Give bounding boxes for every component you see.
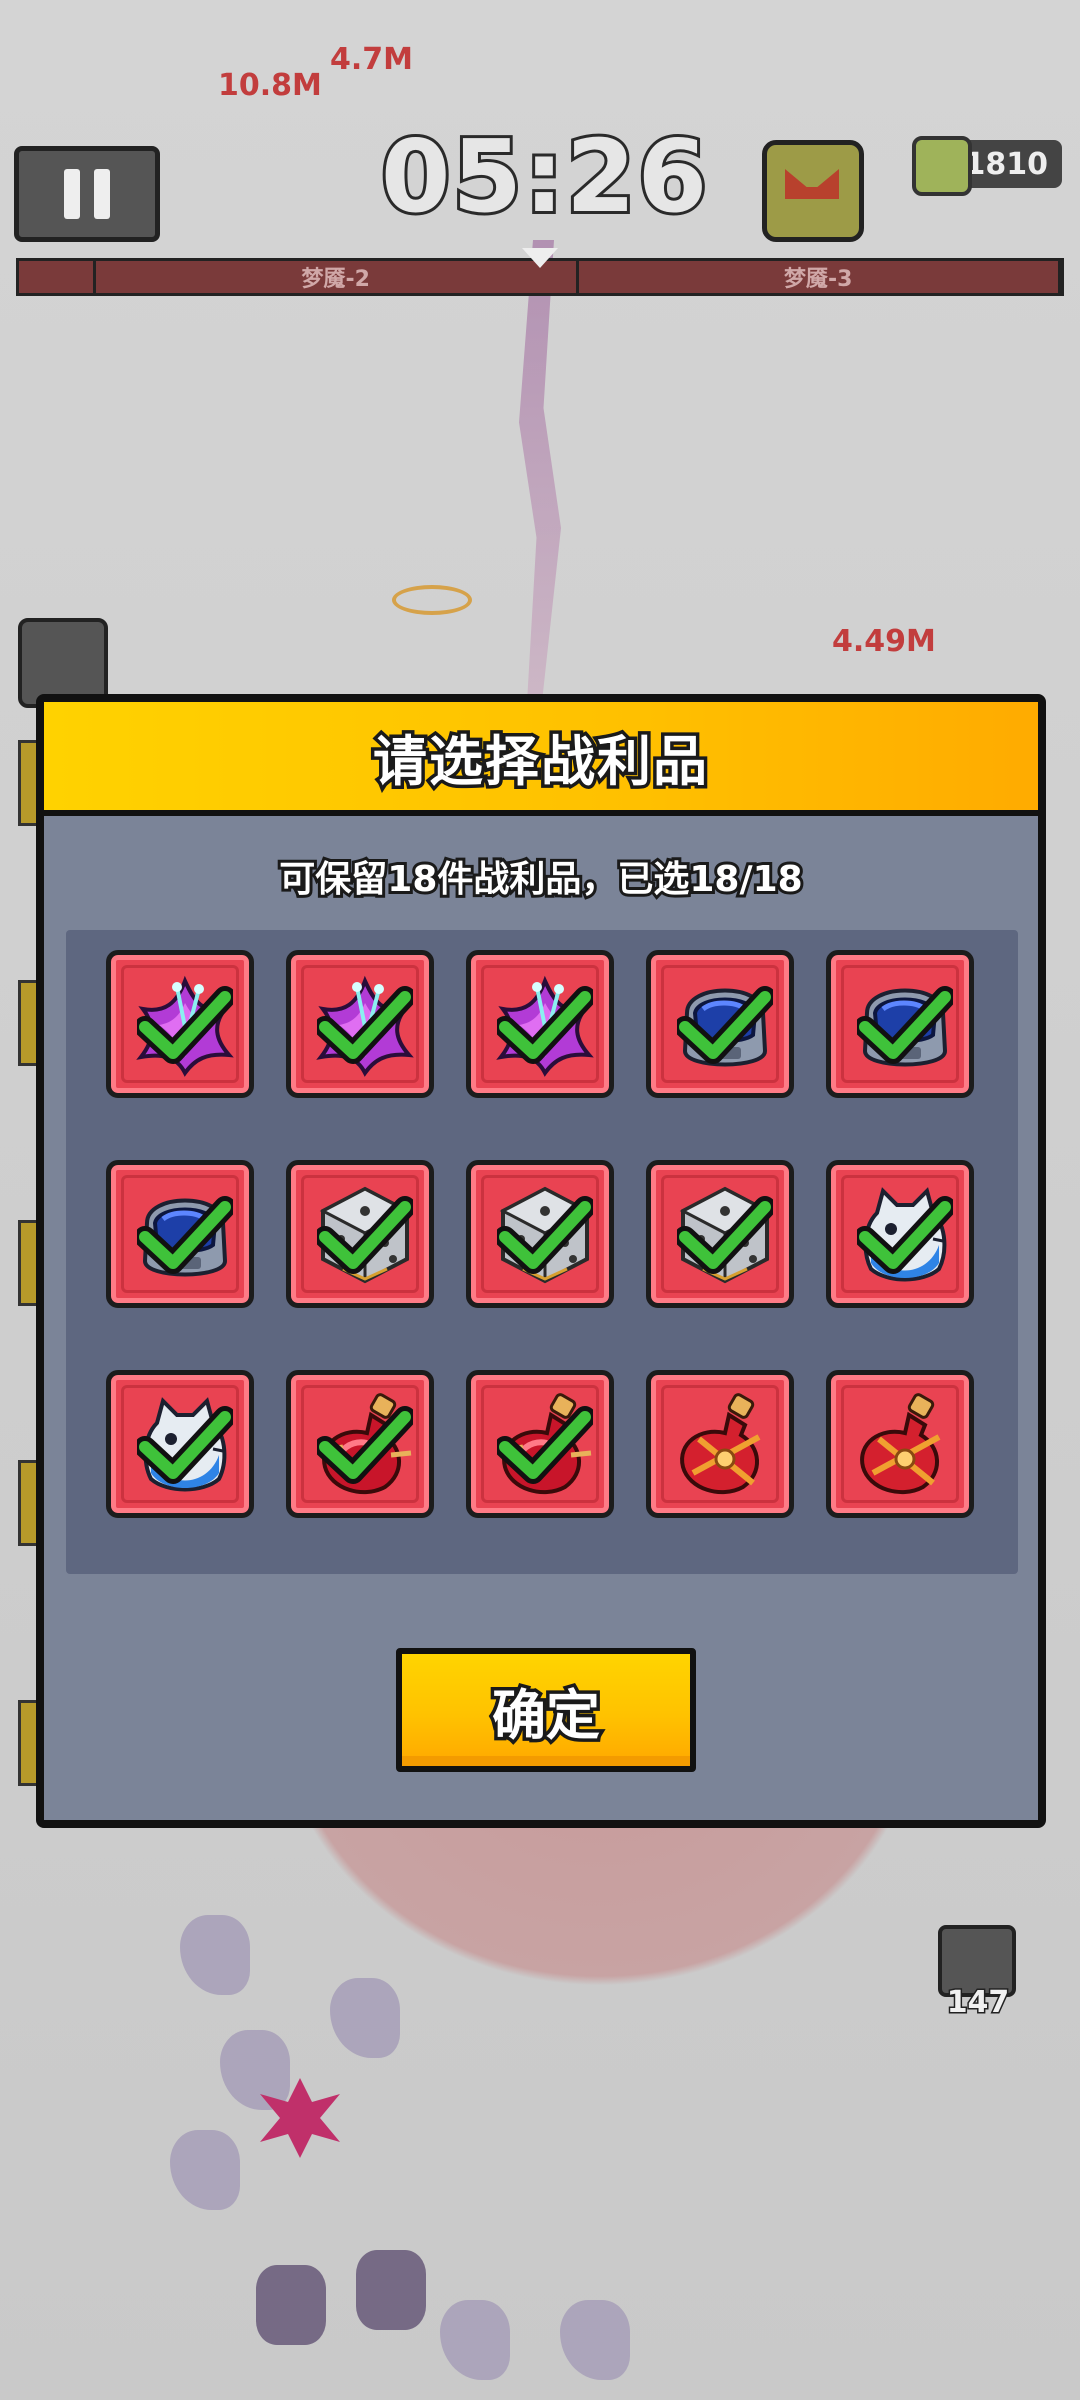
checkmark-icon (317, 1196, 413, 1274)
blue-helmet-icon (142, 1198, 228, 1277)
damage-number: 4.49M (832, 624, 936, 659)
dice-icon (319, 1186, 411, 1284)
purple-flower-icon (496, 975, 594, 1077)
checkmark-icon (317, 986, 413, 1064)
loot-slot[interactable] (286, 950, 434, 1098)
loot-slot[interactable] (286, 1370, 434, 1518)
dice-icon (679, 1186, 771, 1284)
loot-slot[interactable] (106, 1370, 254, 1518)
checkmark-icon (857, 986, 953, 1064)
enemy (256, 2265, 326, 2345)
boss-icon[interactable] (762, 140, 864, 242)
loot-selection-dialog: 请选择战利品 可保留18件战利品，已选18/18 确定 (36, 694, 1046, 1828)
chest-count: 147 (945, 1984, 1011, 2022)
dice-icon (499, 1186, 591, 1284)
selection-count-text: 可保留18件战利品，已选18/18 (276, 856, 805, 903)
loot-slot[interactable] (826, 1370, 974, 1518)
checkmark-icon (137, 1196, 233, 1274)
purple-flower-icon (316, 975, 414, 1077)
enemy (356, 2250, 426, 2330)
loot-slot[interactable] (466, 950, 614, 1098)
halo-effect (392, 585, 472, 615)
loot-slot[interactable] (646, 1160, 794, 1308)
checkmark-icon (317, 1406, 413, 1484)
loot-slot[interactable] (106, 1160, 254, 1308)
loot-slot[interactable] (646, 1370, 794, 1518)
checkmark-icon (137, 1406, 233, 1484)
progress-segment: 梦魇-2 (96, 261, 579, 293)
countdown-timer: 05:26 (378, 115, 710, 238)
progress-marker-icon (522, 248, 558, 268)
blue-helmet-icon (682, 988, 768, 1067)
dialog-title: 请选择战利品 (370, 726, 711, 796)
loot-grid (66, 930, 1018, 1574)
loot-slot[interactable] (826, 1160, 974, 1308)
red-potion-icon (318, 1393, 412, 1495)
orange-potion-icon (680, 1393, 761, 1495)
checkmark-icon (137, 986, 233, 1064)
pause-button[interactable] (14, 146, 160, 242)
checkmark-icon (497, 986, 593, 1064)
blue-helmet-icon (862, 988, 948, 1067)
checkmark-icon (677, 986, 773, 1064)
damage-number: 4.7M (330, 42, 413, 77)
damage-number: 10.8M (218, 68, 322, 103)
orange-potion-icon (860, 1393, 941, 1495)
purple-flower-icon (136, 975, 234, 1077)
cash-icon (912, 136, 972, 196)
loot-slot[interactable] (466, 1160, 614, 1308)
pause-icon (64, 169, 80, 219)
robot-cat-icon (143, 1397, 227, 1492)
dialog-header: 请选择战利品 (44, 702, 1038, 816)
red-potion-icon (498, 1393, 592, 1495)
robot-cat-icon (863, 1187, 947, 1282)
confirm-button[interactable]: 确定 (396, 1648, 696, 1772)
checkmark-icon (677, 1196, 773, 1274)
loot-slot[interactable] (646, 950, 794, 1098)
checkmark-icon (497, 1406, 593, 1484)
loot-slot[interactable] (826, 950, 974, 1098)
checkmark-icon (497, 1196, 593, 1274)
loot-slot[interactable] (106, 950, 254, 1098)
loot-slot[interactable] (286, 1160, 434, 1308)
loot-slot[interactable] (466, 1370, 614, 1518)
checkmark-icon (857, 1196, 953, 1274)
progress-segment: 梦魇-3 (578, 261, 1061, 293)
confirm-label: 确定 (489, 1680, 604, 1750)
progress-segment (19, 261, 96, 293)
